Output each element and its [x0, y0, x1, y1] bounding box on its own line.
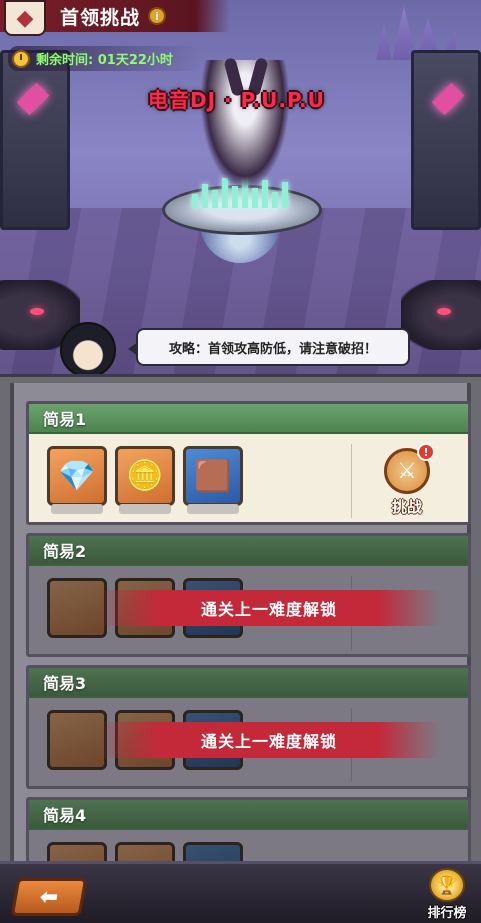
reward-item-icon — [47, 710, 107, 770]
difficulty-list[interactable]: 简易1 💎 🪙 🟫 ⚔ ! 挑战 简易2 通关上一难度解锁 简易3 通关上一难度… — [10, 383, 471, 921]
level-card-1: 简易1 💎 🪙 🟫 ⚔ ! 挑战 — [26, 401, 471, 525]
difficulty-panel: 简易1 💎 🪙 🟫 ⚔ ! 挑战 简易2 通关上一难度解锁 简易3 通关上一难度… — [0, 374, 481, 921]
challenge-button[interactable]: ⚔ ! 挑战 — [375, 443, 439, 518]
blue-crystal-icon: 💎 — [47, 446, 107, 506]
level-header: 简易2 — [29, 536, 468, 566]
level-name: 简易4 — [43, 806, 87, 825]
tip-text: 攻略：首领攻高防低，请注意破招！ — [168, 341, 377, 357]
reward-count — [119, 504, 171, 514]
reward-slot[interactable]: 🪙 — [115, 446, 175, 514]
leaderboard-button[interactable]: 🏆 排行榜 — [420, 868, 474, 923]
boss-character[interactable] — [200, 60, 290, 190]
lock-text: 通关上一难度解锁 — [200, 732, 337, 751]
info-icon[interactable]: i — [148, 7, 167, 25]
gold-nugget-icon: 🟫 — [183, 446, 243, 506]
trophy-icon: 🏆 — [429, 868, 465, 902]
crossed-swords-icon: ⚔ ! — [384, 443, 435, 494]
back-button[interactable]: ⬅ — [10, 878, 88, 916]
level-header: 简易4 — [29, 800, 468, 830]
reward-count — [51, 504, 103, 514]
reward-slot[interactable]: 🟫 — [183, 446, 243, 514]
bottom-bar: ⬅ 🏆 排行榜 — [0, 861, 481, 923]
level-card-2: 简易2 通关上一难度解锁 — [26, 533, 471, 657]
level-card-3: 简易3 通关上一难度解锁 — [26, 665, 471, 789]
leaderboard-label: 排行榜 — [427, 906, 467, 921]
divider — [351, 444, 352, 518]
back-arrow-icon: ⬅ — [37, 884, 61, 910]
reward-item-icon — [47, 578, 107, 638]
level-name: 简易1 — [43, 410, 87, 429]
tip-bubble: 攻略：首领攻高防低，请注意破招！ — [128, 328, 410, 366]
level-header: 简易1 — [29, 404, 468, 434]
right-pillar — [411, 50, 481, 230]
reward-slot[interactable]: 💎 — [47, 446, 107, 514]
level-header: 简易3 — [29, 668, 468, 698]
reward-count — [187, 504, 239, 514]
title-bar: ◆ 首领挑战 i — [0, 0, 230, 36]
boss-avatar-icon: ◆ — [4, 0, 46, 36]
lock-banner: 通关上一难度解锁 — [99, 722, 439, 758]
reward-list: 💎 🪙 🟫 — [47, 446, 243, 514]
boss-name: 电音DJ · P.U.P.U — [148, 88, 325, 112]
remaining-time: 剩余时间: 01天22小时 — [8, 46, 203, 71]
level-name: 简易3 — [43, 674, 87, 693]
alert-badge: ! — [417, 443, 435, 461]
clock-icon — [12, 49, 30, 68]
lock-banner: 通关上一难度解锁 — [99, 590, 439, 626]
gold-ore-icon: 🪙 — [115, 446, 175, 506]
timer-text: 剩余时间: 01天22小时 — [36, 53, 173, 68]
page-title: 首领挑战 — [60, 6, 141, 29]
right-dragon-statue — [401, 280, 481, 350]
level-name: 简易2 — [43, 542, 87, 561]
guide-avatar — [60, 322, 116, 378]
left-pillar — [0, 50, 70, 230]
challenge-label: 挑战 — [391, 498, 422, 516]
lock-text: 通关上一难度解锁 — [200, 600, 337, 619]
